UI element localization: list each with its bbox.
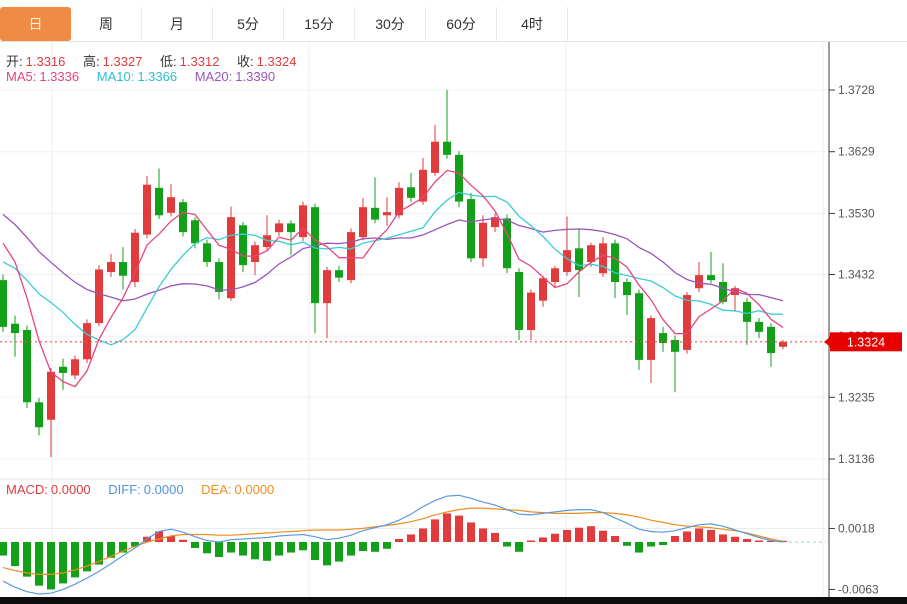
ma-readout: MA5:1.3336 MA10:1.3366 MA20:1.3390: [6, 69, 278, 84]
svg-text:0.0018: 0.0018: [838, 521, 875, 535]
tab-4hour[interactable]: 4时: [497, 7, 568, 41]
high-label: 高:: [83, 54, 100, 69]
ma5-line: [3, 170, 783, 386]
svg-text:1.3235: 1.3235: [838, 390, 875, 404]
ma5-value: 1.3336: [39, 69, 79, 84]
low-value: 1.3312: [180, 54, 220, 69]
price-axis: 1.37281.36291.35301.34321.33331.32351.31…: [829, 42, 879, 597]
tab-15min[interactable]: 15分: [284, 7, 355, 41]
timeframe-tabs: 日周月5分15分30分60分4时: [0, 0, 907, 42]
ma20-value: 1.3390: [235, 69, 275, 84]
ma20-line: [3, 214, 783, 300]
close-label: 收:: [237, 54, 254, 69]
low-label: 低:: [160, 54, 177, 69]
svg-text:1.3324: 1.3324: [847, 335, 885, 349]
tab-5min[interactable]: 5分: [213, 7, 284, 41]
candlestick-series: [0, 90, 787, 457]
diff-label: DIFF:: [108, 482, 141, 497]
svg-text:1.3530: 1.3530: [838, 206, 875, 220]
tab-day[interactable]: 日: [0, 7, 71, 41]
svg-text:1.3629: 1.3629: [838, 145, 875, 159]
high-value: 1.3327: [103, 54, 143, 69]
tab-30min[interactable]: 30分: [355, 7, 426, 41]
tab-week[interactable]: 周: [71, 7, 142, 41]
dea-line: [3, 508, 783, 574]
dea-value: 0.0000: [235, 482, 275, 497]
close-value: 1.3324: [257, 54, 297, 69]
kline-chart-app: 1.37281.36291.35301.34321.33331.32351.31…: [0, 0, 907, 604]
ma10-label: MA10:: [97, 69, 135, 84]
open-value: 1.3316: [26, 54, 66, 69]
ma5-label: MA5:: [6, 69, 36, 84]
tab-60min[interactable]: 60分: [426, 7, 497, 41]
ma10-value: 1.3366: [137, 69, 177, 84]
macd-label: MACD:: [6, 482, 48, 497]
gridlines: [0, 41, 829, 597]
bottom-bar: [0, 597, 907, 604]
dea-label: DEA:: [201, 482, 231, 497]
macd-value: 0.0000: [51, 482, 91, 497]
svg-text:1.3136: 1.3136: [838, 452, 875, 466]
svg-text:-0.0063: -0.0063: [838, 582, 879, 596]
ma20-label: MA20:: [195, 69, 233, 84]
tab-month[interactable]: 月: [142, 7, 213, 41]
svg-text:1.3432: 1.3432: [838, 268, 875, 282]
chart-canvas[interactable]: 1.37281.36291.35301.34321.33331.32351.31…: [0, 0, 907, 604]
diff-value: 0.0000: [144, 482, 184, 497]
last-price-badge: 1.3324: [824, 332, 902, 351]
ohlc-readout: 开:1.3316 高:1.3327 低:1.3312 收:1.3324: [6, 51, 299, 70]
macd-readout: MACD:0.0000 DIFF:0.0000 DEA:0.0000: [6, 482, 277, 497]
open-label: 开:: [6, 54, 23, 69]
svg-text:1.3728: 1.3728: [838, 83, 875, 97]
